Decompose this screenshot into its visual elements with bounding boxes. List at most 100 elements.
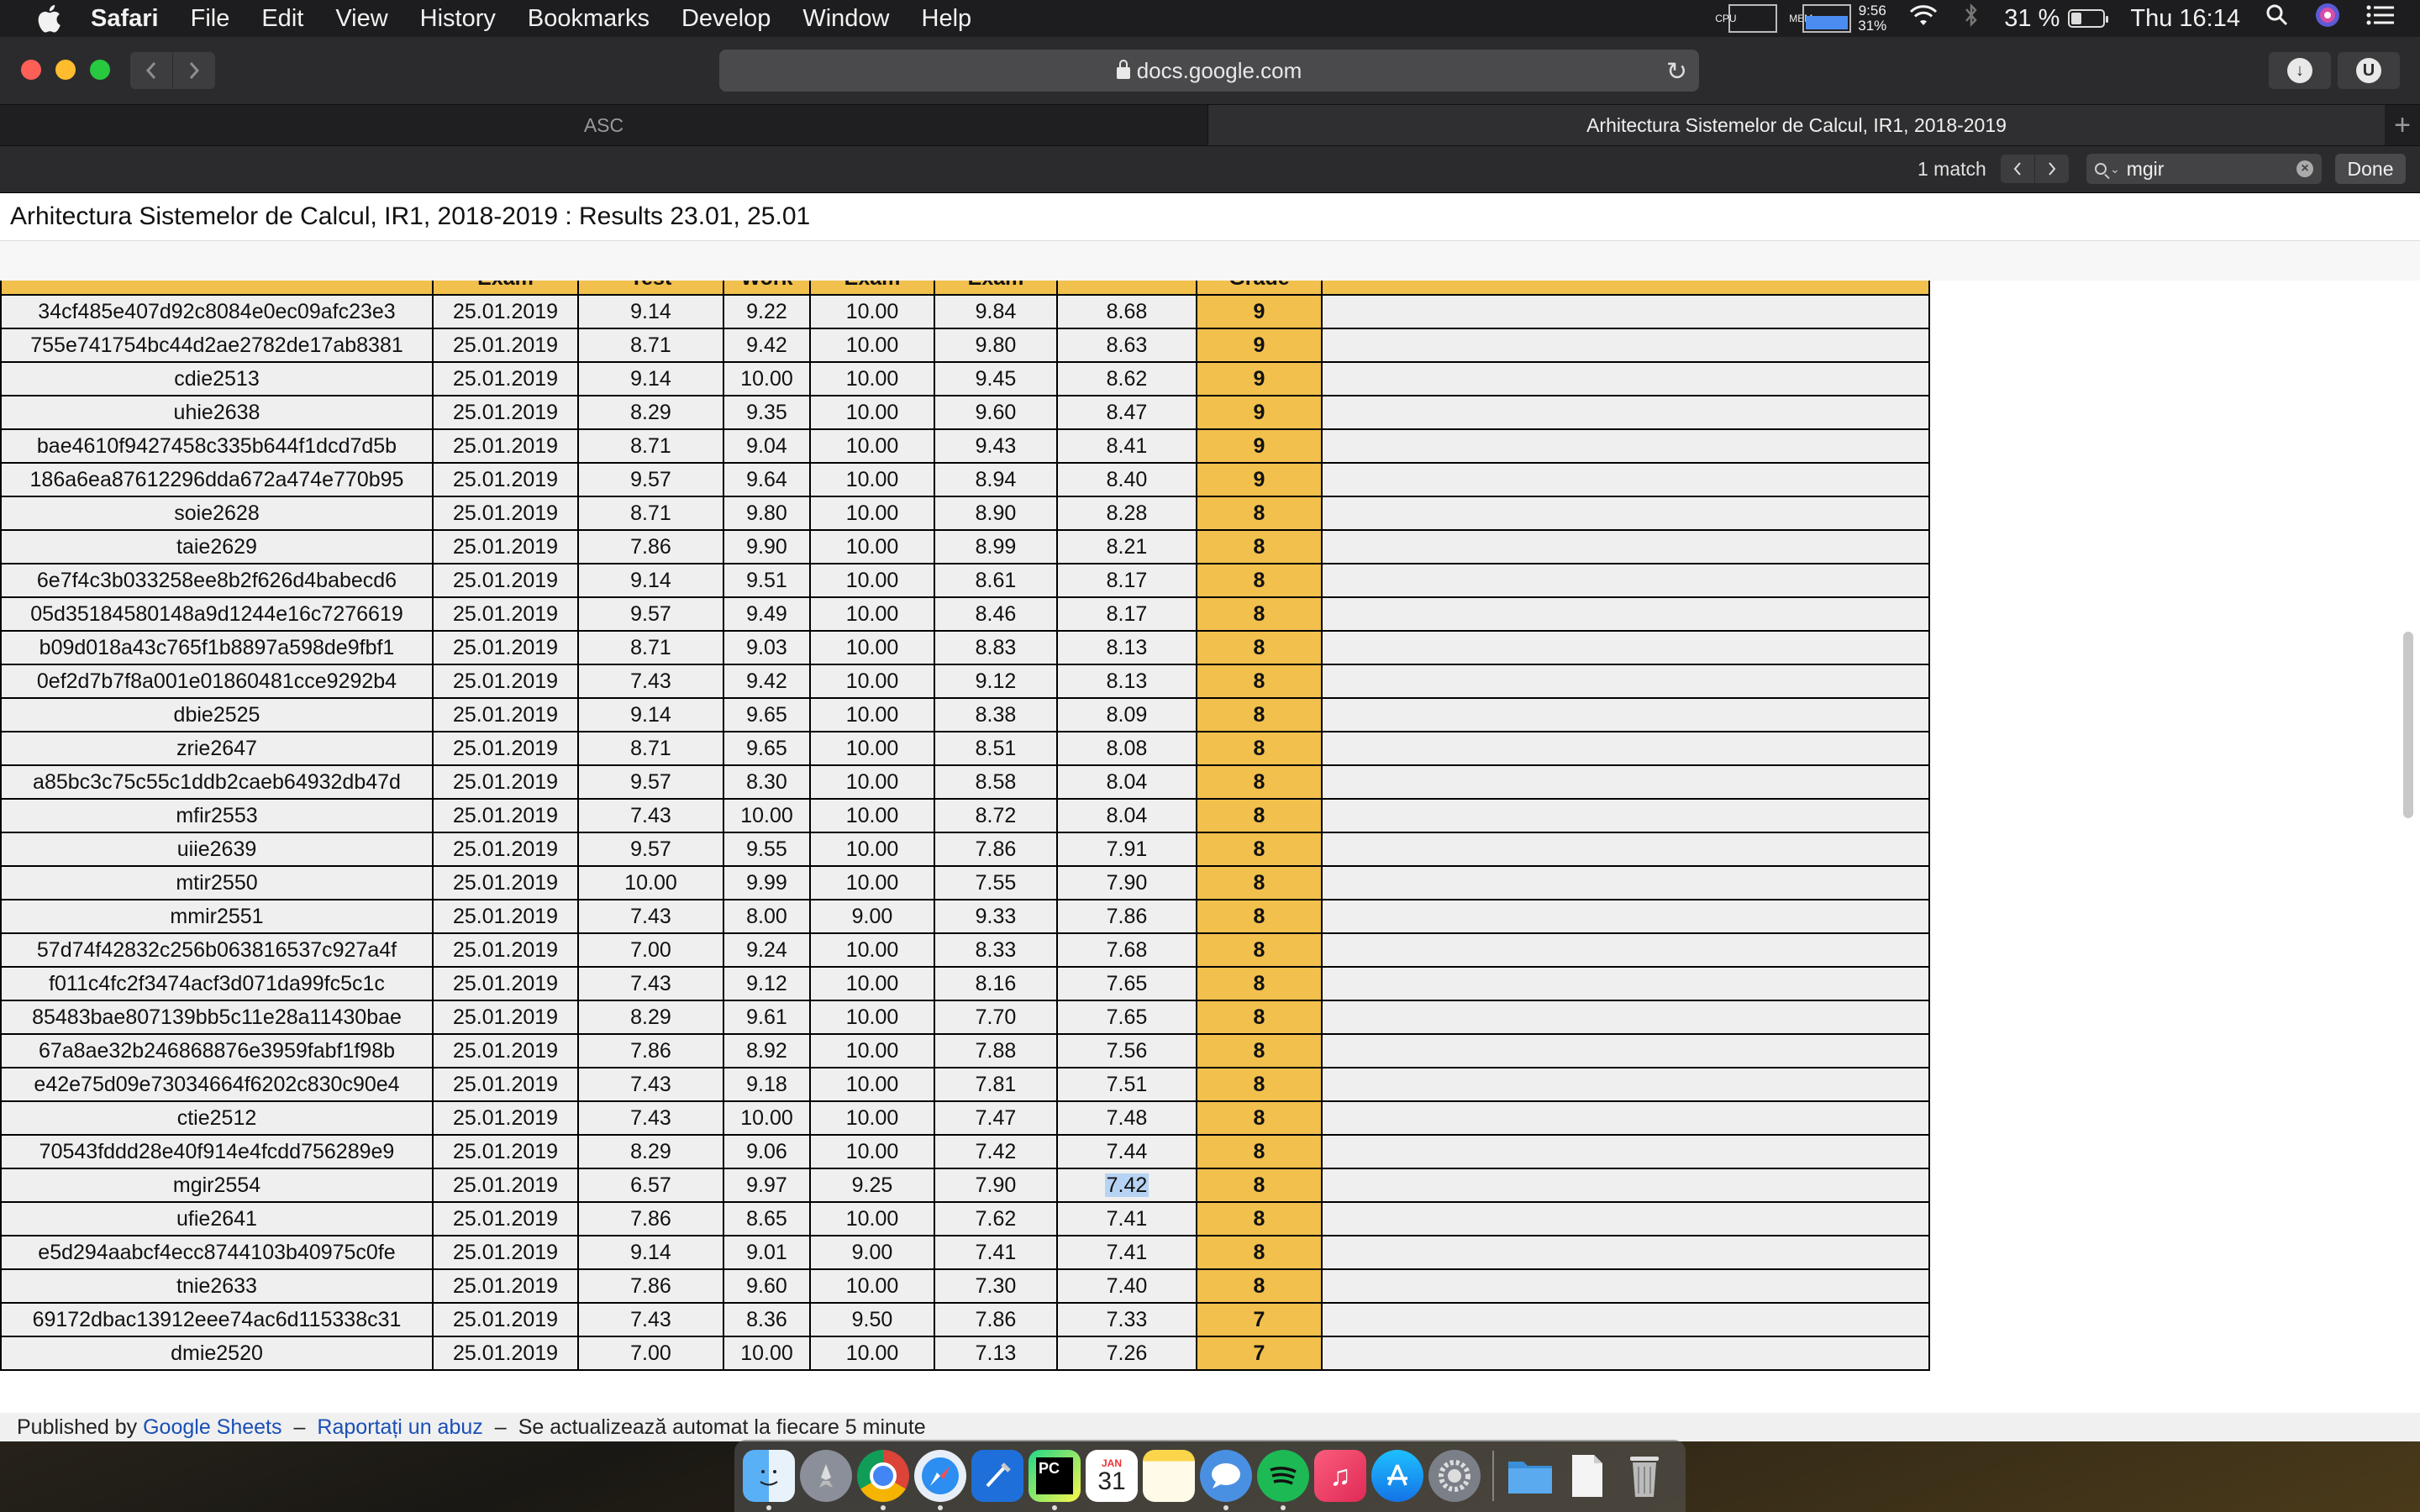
grade-cell[interactable]: 8: [1196, 1067, 1323, 1102]
average-cell[interactable]: 7.48: [1056, 1100, 1197, 1136]
find-input[interactable]: ⌄ mgir ×: [2086, 154, 2322, 184]
exam2-cell[interactable]: 8.51: [934, 731, 1058, 766]
work-cell[interactable]: 9.12: [723, 966, 811, 1001]
clear-search-icon[interactable]: ×: [2296, 160, 2313, 177]
menu-develop[interactable]: Develop: [681, 5, 771, 33]
work-cell[interactable]: 9.99: [723, 865, 811, 900]
grade-cell[interactable]: 9: [1196, 462, 1323, 497]
grade-cell[interactable]: 8: [1196, 630, 1323, 665]
exam-date-cell[interactable]: 25.01.2019: [432, 328, 579, 363]
average-cell[interactable]: 7.65: [1056, 1000, 1197, 1035]
exam-cell[interactable]: 10.00: [809, 1033, 935, 1068]
work-cell[interactable]: 9.42: [723, 328, 811, 363]
exam-cell[interactable]: 9.25: [809, 1168, 935, 1203]
average-cell[interactable]: 8.09: [1056, 697, 1197, 732]
test-cell[interactable]: 7.43: [577, 798, 724, 833]
average-cell[interactable]: 7.44: [1056, 1134, 1197, 1169]
empty-cell[interactable]: [1321, 664, 1930, 699]
notes-icon[interactable]: [1143, 1450, 1195, 1502]
grade-cell[interactable]: 8: [1196, 1201, 1323, 1236]
exam2-cell[interactable]: 8.61: [934, 563, 1058, 598]
app-menu-safari[interactable]: Safari: [91, 5, 159, 33]
work-cell[interactable]: 10.00: [723, 1100, 811, 1136]
exam-cell[interactable]: 9.00: [809, 1235, 935, 1270]
average-cell[interactable]: 7.56: [1056, 1033, 1197, 1068]
exam-cell[interactable]: 10.00: [809, 664, 935, 699]
grade-cell[interactable]: 8: [1196, 899, 1323, 934]
grade-cell[interactable]: 8: [1196, 966, 1323, 1001]
safari-icon[interactable]: [914, 1450, 966, 1510]
report-abuse-link[interactable]: Raportați un abuz: [317, 1415, 482, 1440]
exam-cell[interactable]: 10.00: [809, 1100, 935, 1136]
work-cell[interactable]: 9.61: [723, 1000, 811, 1035]
test-cell[interactable]: 9.14: [577, 361, 724, 396]
bluetooth-icon[interactable]: [1964, 3, 1979, 34]
average-cell[interactable]: 8.13: [1056, 664, 1197, 699]
exam-date-cell[interactable]: 25.01.2019: [432, 1033, 579, 1068]
exam-cell[interactable]: 9.00: [809, 899, 935, 934]
empty-cell[interactable]: [1321, 596, 1930, 632]
exam-cell[interactable]: 10.00: [809, 630, 935, 665]
exam-cell[interactable]: 10.00: [809, 832, 935, 867]
exam-date-cell[interactable]: 25.01.2019: [432, 899, 579, 934]
grade-cell[interactable]: 8: [1196, 832, 1323, 867]
work-cell[interactable]: 9.55: [723, 832, 811, 867]
test-cell[interactable]: 8.71: [577, 428, 724, 464]
grade-cell[interactable]: 8: [1196, 865, 1323, 900]
spotlight-search-icon[interactable]: [2265, 3, 2289, 34]
work-cell[interactable]: 9.06: [723, 1134, 811, 1169]
student-id-cell[interactable]: 0ef2d7b7f8a001e01860481cce9292b4: [0, 664, 434, 699]
grade-cell[interactable]: 9: [1196, 395, 1323, 430]
test-cell[interactable]: 7.86: [577, 529, 724, 564]
average-cell[interactable]: 8.68: [1056, 294, 1197, 329]
average-cell[interactable]: 8.28: [1056, 496, 1197, 531]
empty-cell[interactable]: [1321, 328, 1930, 363]
empty-cell[interactable]: [1321, 798, 1930, 833]
average-cell[interactable]: 7.51: [1056, 1067, 1197, 1102]
google-sheets-link[interactable]: Google Sheets: [143, 1415, 281, 1440]
average-cell[interactable]: 7.68: [1056, 932, 1197, 968]
empty-cell[interactable]: [1321, 1235, 1930, 1270]
test-cell[interactable]: 7.43: [577, 1302, 724, 1337]
grade-cell[interactable]: 8: [1196, 1033, 1323, 1068]
test-cell[interactable]: 7.43: [577, 899, 724, 934]
work-cell[interactable]: 9.04: [723, 428, 811, 464]
test-cell[interactable]: 9.57: [577, 764, 724, 800]
average-cell[interactable]: 8.04: [1056, 798, 1197, 833]
music-icon[interactable]: ♫: [1314, 1450, 1366, 1502]
exam-cell[interactable]: 10.00: [809, 1268, 935, 1304]
minimize-window-button[interactable]: [55, 60, 76, 80]
exam-cell[interactable]: 10.00: [809, 1000, 935, 1035]
student-id-cell[interactable]: e42e75d09e73034664f6202c830c90e4: [0, 1067, 434, 1102]
exam-date-cell[interactable]: 25.01.2019: [432, 764, 579, 800]
exam2-cell[interactable]: 7.41: [934, 1235, 1058, 1270]
exam2-cell[interactable]: 8.16: [934, 966, 1058, 1001]
student-id-cell[interactable]: 57d74f42832c256b063816537c927a4f: [0, 932, 434, 968]
exam2-cell[interactable]: 8.90: [934, 496, 1058, 531]
exam-cell[interactable]: 10.00: [809, 764, 935, 800]
empty-cell[interactable]: [1321, 899, 1930, 934]
exam-cell[interactable]: 10.00: [809, 395, 935, 430]
siri-icon[interactable]: [2314, 2, 2341, 35]
test-cell[interactable]: 9.57: [577, 596, 724, 632]
average-cell[interactable]: 7.26: [1056, 1336, 1197, 1371]
exam2-cell[interactable]: 9.80: [934, 328, 1058, 363]
student-id-cell[interactable]: dbie2525: [0, 697, 434, 732]
scrollbar-thumb[interactable]: [2403, 632, 2413, 818]
exam-cell[interactable]: 10.00: [809, 496, 935, 531]
exam-date-cell[interactable]: 25.01.2019: [432, 731, 579, 766]
grade-cell[interactable]: 8: [1196, 798, 1323, 833]
average-cell[interactable]: 8.17: [1056, 596, 1197, 632]
exam-date-cell[interactable]: 25.01.2019: [432, 865, 579, 900]
student-id-cell[interactable]: 755e741754bc44d2ae2782de17ab8381: [0, 328, 434, 363]
exam-cell[interactable]: 9.50: [809, 1302, 935, 1337]
find-previous-button[interactable]: [2001, 155, 2034, 183]
exam2-cell[interactable]: 9.43: [934, 428, 1058, 464]
empty-cell[interactable]: [1321, 1268, 1930, 1304]
average-cell[interactable]: 7.33: [1056, 1302, 1197, 1337]
work-cell[interactable]: 9.90: [723, 529, 811, 564]
test-cell[interactable]: 7.86: [577, 1033, 724, 1068]
test-cell[interactable]: 9.14: [577, 697, 724, 732]
exam-date-cell[interactable]: 25.01.2019: [432, 1168, 579, 1203]
student-id-cell[interactable]: 85483bae807139bb5c11e28a11430bae: [0, 1000, 434, 1035]
